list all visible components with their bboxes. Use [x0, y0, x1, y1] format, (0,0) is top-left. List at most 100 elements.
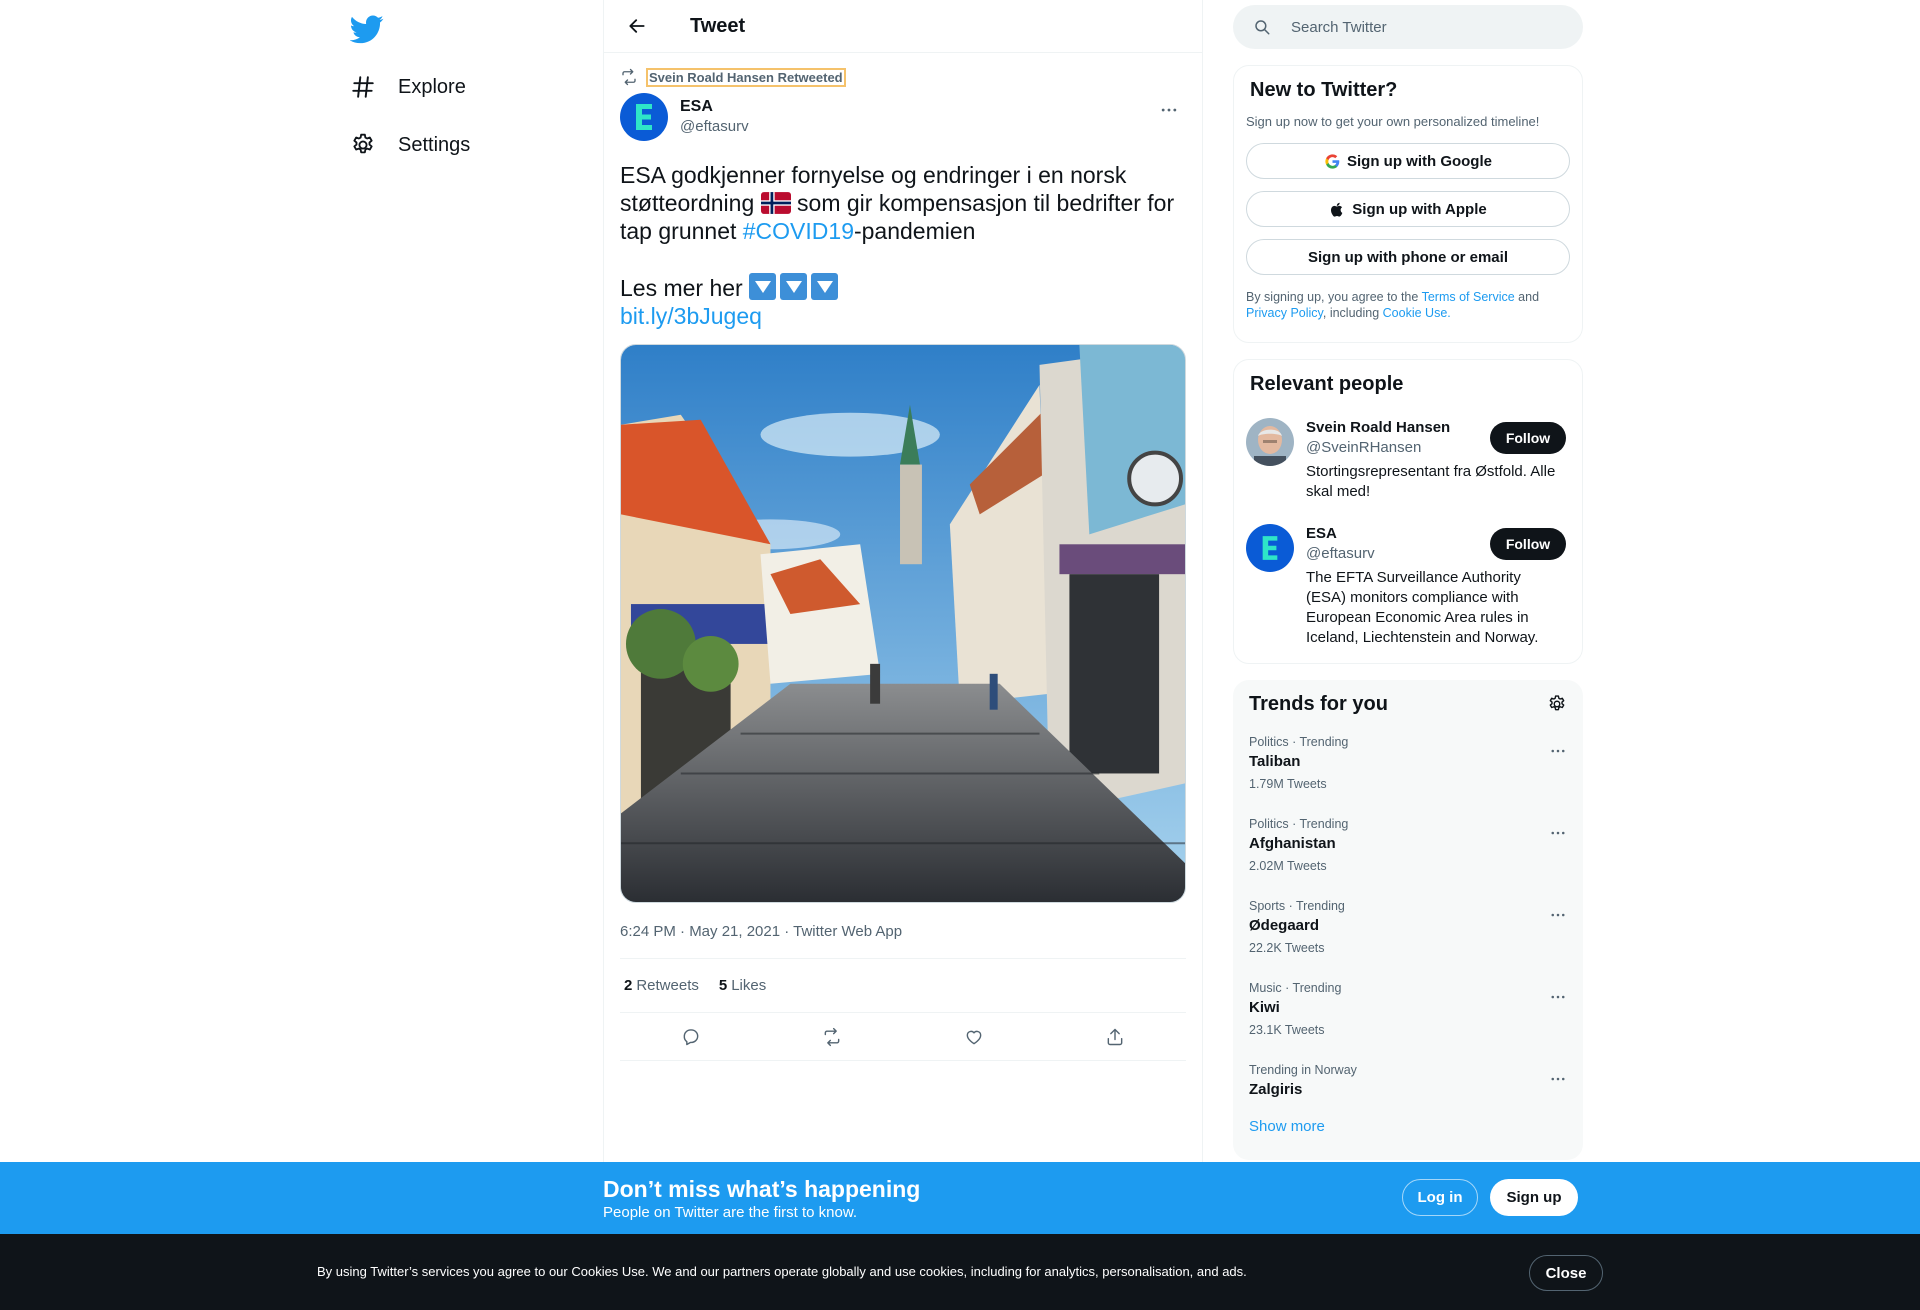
like-button[interactable]	[956, 1019, 992, 1055]
tweet-text-part3: -pandemien	[853, 218, 976, 244]
twitter-logo-icon[interactable]	[349, 12, 384, 44]
follow-button[interactable]: Follow	[1490, 528, 1566, 560]
retweeted-by-link[interactable]: Svein Roald Hansen Retweeted	[646, 67, 846, 87]
back-button[interactable]	[620, 9, 654, 43]
trend-item[interactable]: Politics · Trending Taliban 1.79M Tweets	[1249, 716, 1567, 798]
tweet: Svein Roald Hansen Retweeted ESA @eftasu…	[604, 53, 1202, 1061]
retweet-icon	[824, 1027, 840, 1046]
trends-title: Trends for you	[1249, 693, 1388, 715]
trend-meta: Sports · Trending	[1249, 899, 1345, 913]
tweet-image[interactable]	[620, 344, 1186, 903]
author-handle[interactable]: @eftasurv	[680, 117, 749, 137]
trend-more-button[interactable]	[1543, 900, 1573, 930]
nav-settings-label: Settings	[398, 133, 471, 156]
person-item[interactable]: Svein Roald Hansen @SveinRHansen Stortin…	[1246, 418, 1570, 502]
relevant-people-card: Relevant people Svein Roald Hansen @Svei…	[1233, 359, 1583, 664]
signup-google-button[interactable]: Sign up with Google	[1246, 143, 1570, 179]
trend-item[interactable]: Music · Trending Kiwi 23.1K Tweets	[1249, 962, 1567, 1044]
signup-phone-label: Sign up with phone or email	[1307, 248, 1508, 266]
heart-icon	[966, 1030, 982, 1044]
search-box[interactable]	[1233, 5, 1583, 49]
gear-icon[interactable]	[1547, 694, 1567, 714]
retweets-stat[interactable]: 2 Retweets	[624, 977, 699, 994]
trend-item[interactable]: Trending in Norway Zalgiris	[1249, 1044, 1567, 1110]
right-sidebar: New to Twitter? Sign up now to get your …	[1233, 0, 1583, 1160]
nav-explore[interactable]: Explore	[350, 65, 466, 109]
tweet-actions	[620, 1013, 1186, 1061]
banner-subtitle: People on Twitter are the first to know.	[603, 1204, 858, 1221]
trend-more-button[interactable]	[1543, 736, 1573, 766]
reply-button[interactable]	[673, 1019, 709, 1055]
relevant-people-title: Relevant people	[1250, 373, 1404, 395]
share-button[interactable]	[1097, 1019, 1133, 1055]
trend-meta: Politics · Trending	[1249, 735, 1349, 749]
avatar[interactable]	[1246, 524, 1294, 572]
trend-more-button[interactable]	[1543, 818, 1573, 848]
tweet-timestamp[interactable]: 6:24 PM · May 21, 2021 · Twitter Web App	[620, 905, 1186, 959]
trend-name: Ødegaard	[1249, 917, 1320, 934]
trend-count: 22.2K Tweets	[1249, 941, 1325, 955]
down-arrow-icon	[811, 273, 839, 300]
follow-button[interactable]: Follow	[1490, 422, 1566, 454]
more-horizontal-icon	[1551, 995, 1565, 999]
terms-and: and	[1518, 290, 1540, 304]
main-header: Tweet	[604, 0, 1202, 53]
new-to-twitter-subtitle: Sign up now to get your own personalized…	[1246, 114, 1540, 129]
trend-more-button[interactable]	[1543, 982, 1573, 1012]
signup-button[interactable]: Sign up	[1490, 1179, 1578, 1216]
terms-prefix: By signing up, you agree to the	[1246, 290, 1419, 304]
cookie-text: By using Twitter’s services you agree to…	[317, 1264, 1247, 1279]
tweet-link[interactable]: bit.ly/3bJugeq	[620, 303, 762, 329]
cookie-bar: By using Twitter’s services you agree to…	[0, 1234, 1920, 1310]
trend-more-button[interactable]	[1543, 1064, 1573, 1094]
cookie-close-button[interactable]: Close	[1529, 1255, 1603, 1291]
signup-terms: By signing up, you agree to the Terms of…	[1246, 289, 1570, 321]
tweet-stats: 2 Retweets 5 Likes	[620, 959, 1186, 1013]
retweet-button[interactable]	[814, 1019, 850, 1055]
more-horizontal-icon	[1551, 831, 1565, 835]
cookie-use-link[interactable]: Cookie Use.	[1383, 306, 1451, 320]
nav-settings[interactable]: Settings	[350, 123, 470, 167]
trend-meta: Music · Trending	[1249, 981, 1342, 995]
signup-apple-button[interactable]: Sign up with Apple	[1246, 191, 1570, 227]
terms-of-service-link[interactable]: Terms of Service	[1422, 290, 1515, 304]
more-horizontal-icon	[1551, 1077, 1565, 1081]
esa-logo-icon	[636, 104, 652, 130]
esa-logo-icon	[1262, 536, 1278, 560]
street-photo	[621, 345, 1185, 902]
signup-phone-button[interactable]: Sign up with phone or email	[1246, 239, 1570, 275]
hashtag-link[interactable]: #COVID19	[743, 218, 854, 244]
login-button[interactable]: Log in	[1402, 1179, 1478, 1216]
terms-including: , including	[1322, 306, 1380, 320]
privacy-policy-link[interactable]: Privacy Policy	[1246, 306, 1323, 320]
signup-banner: Don’t miss what’s happening People on Tw…	[0, 1162, 1920, 1234]
signup-google-label: Sign up with Google	[1347, 152, 1492, 170]
down-arrow-icon	[780, 273, 808, 300]
arrow-left-icon	[629, 19, 645, 33]
trend-item[interactable]: Sports · Trending Ødegaard 22.2K Tweets	[1249, 880, 1567, 962]
tweet-text: ESA godkjenner fornyelse og endringer i …	[620, 161, 1186, 330]
person-bio: Stortingsrepresentant fra Østfold. Alle …	[1306, 463, 1556, 500]
likes-stat[interactable]: 5 Likes	[719, 977, 766, 994]
person-item[interactable]: ESA @eftasurv The EFTA Surveillance Auth…	[1246, 524, 1570, 648]
reply-icon	[683, 1028, 699, 1045]
more-horizontal-icon	[1161, 108, 1177, 112]
trend-name: Zalgiris	[1249, 1081, 1303, 1098]
retweet-icon	[622, 68, 636, 86]
author-name[interactable]: ESA	[680, 97, 749, 117]
gear-icon	[353, 133, 373, 154]
avatar[interactable]	[1246, 418, 1294, 466]
down-arrow-icon	[749, 273, 777, 300]
hashtag-icon	[352, 76, 374, 98]
norway-flag-icon	[760, 192, 791, 214]
trend-item[interactable]: Politics · Trending Afghanistan 2.02M Tw…	[1249, 798, 1567, 880]
tweet-more-button[interactable]	[1152, 93, 1186, 127]
new-to-twitter-title: New to Twitter?	[1250, 79, 1398, 101]
trend-name: Kiwi	[1249, 999, 1280, 1016]
search-input[interactable]	[1291, 18, 1551, 36]
person-bio: The EFTA Surveillance Authority (ESA) mo…	[1306, 569, 1539, 646]
avatar[interactable]	[620, 93, 668, 141]
show-more-link[interactable]: Show more	[1249, 1118, 1567, 1135]
trend-meta: Politics · Trending	[1249, 817, 1349, 831]
more-horizontal-icon	[1551, 913, 1565, 917]
